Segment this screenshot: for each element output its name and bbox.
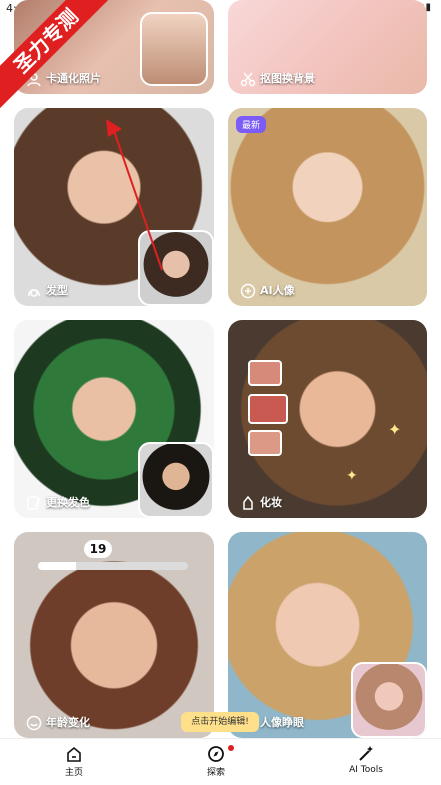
- sparkle-icon: ✦: [346, 468, 358, 484]
- lip-swatch-selected[interactable]: [248, 394, 288, 424]
- card-age-change[interactable]: 19 年龄变化: [14, 532, 214, 738]
- nav-home-label: 主页: [64, 768, 83, 778]
- card-label: AI人像: [260, 284, 295, 297]
- new-badge: 最新: [236, 116, 267, 133]
- nav-ai-tools[interactable]: AI Tools: [326, 745, 406, 775]
- nav-ai-tools-label: AI Tools: [349, 765, 383, 775]
- card-label: 年龄变化: [46, 716, 90, 729]
- thumbnail-closed-eyes: [351, 662, 427, 738]
- makeup-icon: [243, 495, 253, 510]
- card-label: 化妆: [260, 496, 282, 509]
- nav-explore-label: 探索: [206, 768, 225, 778]
- card-ai-portrait[interactable]: 最新 AI人像: [228, 108, 427, 306]
- notification-dot: [228, 745, 234, 751]
- lip-swatch[interactable]: [248, 430, 282, 456]
- pointer-arrow: [106, 119, 163, 271]
- age-slider[interactable]: [38, 562, 188, 570]
- age-icon: [26, 715, 42, 731]
- thumbnail-original-hair: [138, 442, 214, 518]
- magic-wand-icon: [359, 746, 373, 761]
- card-label: 更换发色: [46, 496, 90, 509]
- scissors-icon: [240, 72, 256, 87]
- card-background-removal[interactable]: 抠图换背景: [228, 0, 427, 94]
- card-makeup[interactable]: ✦ ✦ 化妆: [228, 320, 427, 518]
- thumbnail-before: [140, 12, 208, 86]
- card-label: 人像睁眼: [260, 716, 304, 729]
- sparkle-icon: ✦: [388, 420, 402, 439]
- card-hair-color[interactable]: 更换发色: [14, 320, 214, 518]
- ai-icon: [240, 283, 256, 299]
- card-label: 抠图换背景: [260, 72, 315, 85]
- card-label: 发型: [46, 284, 68, 297]
- card-label: 卡通化照片: [46, 72, 101, 85]
- hairstyle-icon: [28, 289, 40, 297]
- edit-tooltip: 点击开始编辑!: [181, 712, 259, 732]
- bottom-nav: 主页 探索 AI Tools: [0, 738, 441, 785]
- age-value-chip: 19: [84, 540, 112, 558]
- nav-home[interactable]: 主页: [34, 745, 114, 778]
- compass-icon: [208, 746, 224, 762]
- home-icon: [67, 746, 81, 762]
- brush-icon: [27, 496, 41, 510]
- nav-explore[interactable]: 探索: [176, 745, 256, 778]
- card-eye-open[interactable]: 人像睁眼: [228, 532, 427, 738]
- lip-swatch[interactable]: [248, 360, 282, 386]
